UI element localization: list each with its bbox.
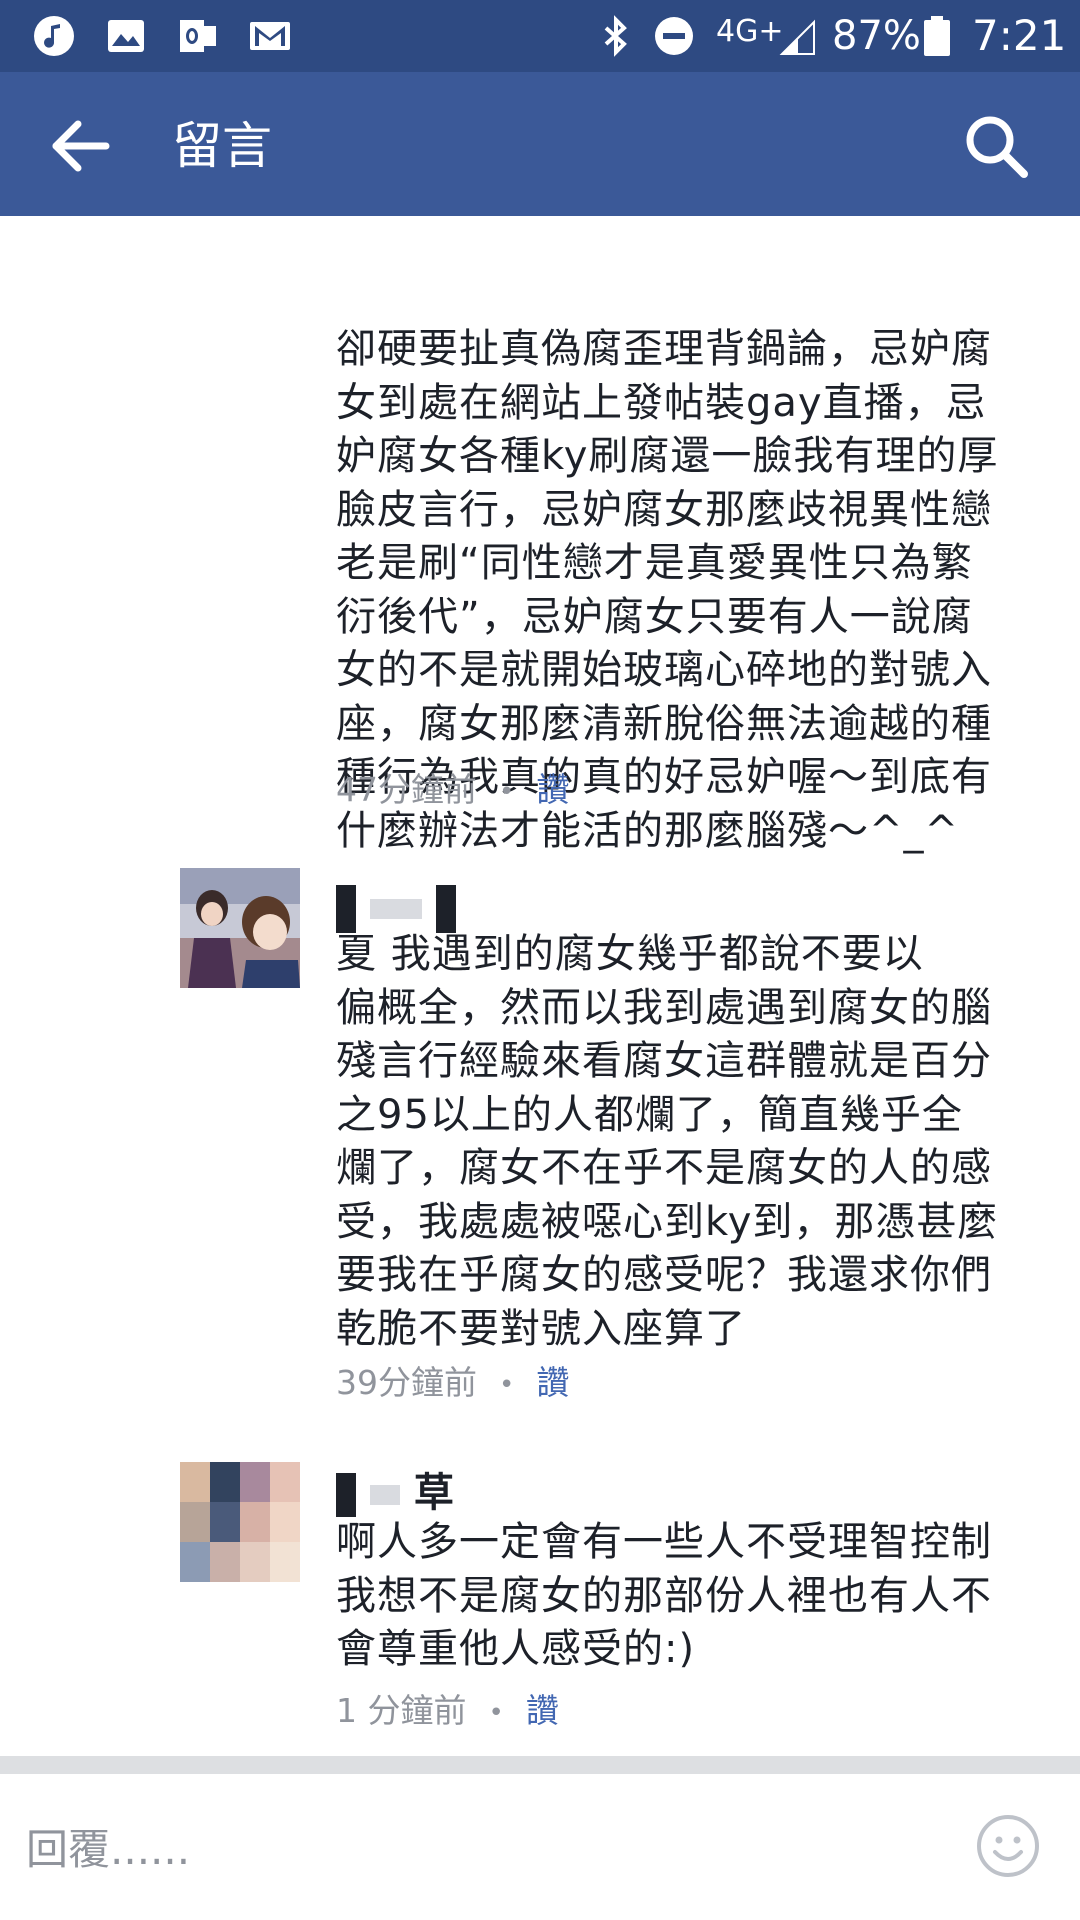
gmail-icon xyxy=(250,22,290,50)
app-bar: 留言 xyxy=(0,72,1080,216)
separator-dot: • xyxy=(488,1697,504,1728)
comment-body: 夏 我遇到的腐女幾乎都說不要以 偏概全，然而以我到處遇到腐女的腦 殘言行經驗來看… xyxy=(336,931,999,1352)
outlook-icon xyxy=(180,20,216,52)
bluetooth-icon xyxy=(604,15,627,57)
comment-meta: 47分鐘前 • 讚 xyxy=(336,770,569,812)
avatar[interactable] xyxy=(180,1462,300,1582)
separator-dot: • xyxy=(499,776,515,807)
status-bar: 4G+ 87% 7:21 xyxy=(0,0,1080,72)
comment-text: 卻硬要扯真偽腐歪理背鍋論，忌妒腐 女到處在網站上發帖裝gay直播，忌 妒腐女各種… xyxy=(336,216,1036,858)
like-link[interactable]: 讚 xyxy=(536,770,569,809)
back-arrow-icon[interactable] xyxy=(48,116,118,176)
smiley-icon[interactable] xyxy=(976,1814,1040,1878)
author-redaction xyxy=(336,1473,356,1517)
divider xyxy=(0,1756,1080,1774)
search-icon[interactable] xyxy=(962,112,1032,182)
author-redaction xyxy=(369,1485,400,1505)
music-icon xyxy=(34,16,74,56)
author-name: 草 xyxy=(413,1470,454,1516)
avatar-image xyxy=(180,868,300,988)
comment-time: 47分鐘前 xyxy=(336,770,477,809)
reply-input[interactable] xyxy=(24,1810,928,1888)
comment-meta: 1 分鐘前 • 讚 xyxy=(336,1691,559,1733)
author-redaction xyxy=(336,885,356,933)
battery-icon xyxy=(924,16,950,56)
like-link[interactable]: 讚 xyxy=(536,1363,569,1402)
comment-time: 39分鐘前 xyxy=(336,1363,477,1402)
comment-body: 啊人多一定會有一些人不受理智控制 我想不是腐女的那部份人裡也有人不 會尊重他人感… xyxy=(336,1519,992,1672)
comment-author[interactable]: 草 xyxy=(336,1468,454,1518)
like-link[interactable]: 讚 xyxy=(526,1691,559,1730)
clipped-line xyxy=(336,222,1036,270)
page-title: 留言 xyxy=(172,117,272,175)
image-icon xyxy=(108,20,144,52)
comment-feed[interactable]: 卻硬要扯真偽腐歪理背鍋論，忌妒腐 女到處在網站上發帖裝gay直播，忌 妒腐女各種… xyxy=(0,216,1080,1756)
signal-icon xyxy=(779,19,815,55)
avatar-image xyxy=(180,1462,300,1582)
battery-percent: 87% xyxy=(832,13,921,59)
clock: 7:21 xyxy=(972,11,1067,60)
do-not-disturb-icon xyxy=(655,17,693,55)
comment-meta: 39分鐘前 • 讚 xyxy=(336,1363,569,1405)
separator-dot: • xyxy=(499,1369,515,1400)
author-redaction xyxy=(435,885,456,933)
reply-bar xyxy=(0,1774,1080,1920)
avatar[interactable] xyxy=(180,868,300,988)
comment-author[interactable] xyxy=(336,882,456,933)
network-type: 4G+ xyxy=(716,14,784,49)
comment-time: 1 分鐘前 xyxy=(336,1691,467,1730)
author-redaction xyxy=(369,899,422,919)
